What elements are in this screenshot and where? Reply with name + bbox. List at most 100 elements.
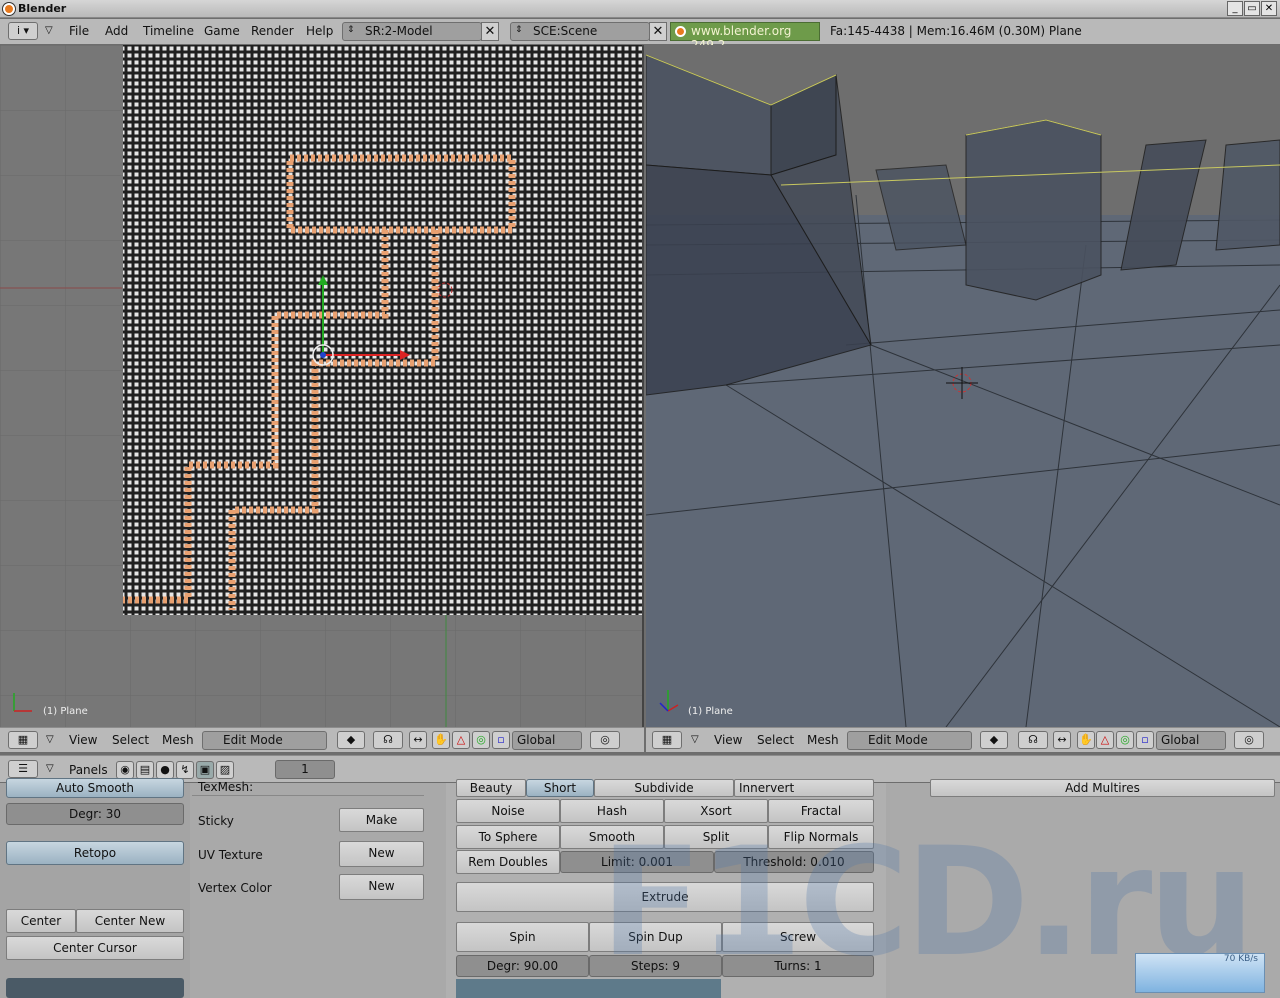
proportional-icon[interactable]: ↔ <box>409 731 427 749</box>
scene-stats: Fa:145-4438 | Mem:16.46M (0.30M) Plane <box>830 24 1082 38</box>
translate-icon[interactable]: △ <box>1096 731 1114 749</box>
menu-select[interactable]: Select <box>112 733 149 747</box>
spin-button[interactable]: Spin <box>456 922 589 952</box>
vertex-color-label: Vertex Color <box>198 881 272 895</box>
perspective-view-canvas[interactable] <box>646 45 1280 727</box>
draw-type-icon[interactable]: ◆ <box>337 731 365 749</box>
close-button[interactable]: ✕ <box>1261 1 1277 16</box>
sticky-make-button[interactable]: Make <box>339 808 424 832</box>
object-context-icon[interactable]: ↯ <box>176 761 194 779</box>
layers-icon[interactable]: ◎ <box>590 731 620 749</box>
center-cursor-button[interactable]: Center Cursor <box>6 936 184 960</box>
center-button[interactable]: Center <box>6 909 76 933</box>
orientation-selector[interactable]: Global <box>512 731 582 750</box>
blender-logo-icon <box>3 3 15 15</box>
window-title: Blender <box>18 2 67 15</box>
rotate-icon[interactable]: ◎ <box>472 731 490 749</box>
collapse-menu-icon[interactable]: ▽ <box>45 25 53 36</box>
link-panel: Auto Smooth Degr: 30 Retopo Center Cente… <box>0 778 190 998</box>
degr-field[interactable]: Degr: 30 <box>6 803 184 825</box>
rem-doubles-button[interactable]: Rem Doubles <box>456 850 560 874</box>
grid-window-type-icon[interactable]: ▦ <box>8 731 38 749</box>
uv-texture-new-button[interactable]: New <box>339 841 424 867</box>
mesh-vertex-grid <box>123 45 642 615</box>
window-titlebar: Blender _ ▭ ✕ <box>0 0 1280 18</box>
menu-panels[interactable]: Panels <box>69 763 108 777</box>
pivot-icon[interactable]: ☊ <box>1018 731 1048 749</box>
collapse-menu-icon[interactable]: ▽ <box>691 734 699 745</box>
subdivide-button[interactable]: Subdivide <box>594 779 734 797</box>
pivot-icon[interactable]: ☊ <box>373 731 403 749</box>
menu-help[interactable]: Help <box>306 24 333 38</box>
menu-view[interactable]: View <box>69 733 97 747</box>
menu-render[interactable]: Render <box>251 24 294 38</box>
layers-icon[interactable]: ◎ <box>1234 731 1264 749</box>
to-sphere-button[interactable]: To Sphere <box>456 825 560 849</box>
manipulator-hand-icon[interactable]: ✋ <box>1077 731 1095 749</box>
manipulator-hand-icon[interactable]: ✋ <box>432 731 450 749</box>
translate-icon[interactable]: △ <box>452 731 470 749</box>
menu-add[interactable]: Add <box>105 24 128 38</box>
retopo-toggle[interactable]: Retopo <box>6 841 184 865</box>
grid-window-type-icon[interactable]: ▦ <box>652 731 682 749</box>
menu-timeline[interactable]: Timeline <box>143 24 194 38</box>
scale-icon[interactable]: ▫ <box>492 731 510 749</box>
noise-button[interactable]: Noise <box>456 799 560 823</box>
uv-texture-label: UV Texture <box>198 848 263 862</box>
left-viewport-object-label: (1) Plane <box>43 706 88 717</box>
script-context-icon[interactable]: ▤ <box>136 761 154 779</box>
menu-select[interactable]: Select <box>757 733 794 747</box>
draw-type-icon[interactable]: ◆ <box>980 731 1008 749</box>
screen-selector[interactable]: SR:2-Model <box>342 22 482 41</box>
network-meter-widget: 70 KB/s <box>1135 953 1265 993</box>
orientation-selector[interactable]: Global <box>1156 731 1226 750</box>
vertex-color-new-button[interactable]: New <box>339 874 424 900</box>
scene-dropdown-icon: ⇕ <box>515 25 523 35</box>
top-view-canvas[interactable] <box>0 45 644 727</box>
top-menubar: i ▾ ▽ File Add Timeline Game Render Help… <box>0 19 1280 52</box>
scene-selector[interactable]: SCE:Scene <box>510 22 650 41</box>
beauty-toggle[interactable]: Beauty <box>456 779 526 797</box>
scale-icon[interactable]: ▫ <box>1136 731 1154 749</box>
texmesh-label: TexMesh: <box>198 780 254 794</box>
center-new-button[interactable]: Center New <box>76 909 184 933</box>
info-window-type-icon[interactable]: i ▾ <box>8 22 38 40</box>
buttons-window: Auto Smooth Degr: 30 Retopo Center Cente… <box>0 778 1280 998</box>
menu-game[interactable]: Game <box>204 24 240 38</box>
editing-context-icon[interactable]: ▣ <box>196 761 214 779</box>
menu-view[interactable]: View <box>714 733 742 747</box>
logic-context-icon[interactable]: ◉ <box>116 761 134 779</box>
menu-mesh[interactable]: Mesh <box>162 733 194 747</box>
frame-number-field[interactable]: 1 <box>275 760 335 779</box>
short-toggle[interactable]: Short <box>526 779 594 797</box>
mode-selector[interactable]: Edit Mode <box>847 731 972 750</box>
delete-scene-button[interactable]: ✕ <box>649 22 667 41</box>
mode-selector[interactable]: Edit Mode <box>202 731 327 750</box>
screen-dropdown-icon: ⇕ <box>347 25 355 35</box>
shading-context-icon[interactable]: ● <box>156 761 174 779</box>
blender-icon <box>675 26 686 37</box>
proportional-icon[interactable]: ↔ <box>1053 731 1071 749</box>
sticky-label: Sticky <box>198 814 234 828</box>
left-3d-viewport[interactable]: (1) Plane <box>0 45 644 727</box>
scene-context-icon[interactable]: ▨ <box>216 761 234 779</box>
collapse-menu-icon[interactable]: ▽ <box>46 734 54 745</box>
menu-file[interactable]: File <box>69 24 89 38</box>
maximize-button[interactable]: ▭ <box>1244 1 1260 16</box>
building-block-2 <box>965 119 1102 301</box>
minimize-button[interactable]: _ <box>1227 1 1243 16</box>
innervert-dropdown[interactable]: Innervert <box>734 779 874 797</box>
collapse-menu-icon[interactable]: ▽ <box>46 763 54 774</box>
delete-screen-button[interactable]: ✕ <box>481 22 499 41</box>
right-3d-viewport[interactable]: (1) Plane <box>646 45 1280 727</box>
rotate-icon[interactable]: ◎ <box>1116 731 1134 749</box>
panel-footer-bar <box>6 978 184 998</box>
auto-smooth-toggle[interactable]: Auto Smooth <box>6 778 184 798</box>
spin-degr-field[interactable]: Degr: 90.00 <box>456 955 589 977</box>
network-speed: 70 KB/s <box>1223 954 1258 964</box>
right-viewport-object-label: (1) Plane <box>688 706 733 717</box>
add-multires-button[interactable]: Add Multires <box>930 779 1275 797</box>
blender-org-link-box[interactable]: www.blender.org 249.2 <box>670 22 820 52</box>
buttons-window-type-icon[interactable]: ☰ <box>8 760 38 778</box>
menu-mesh[interactable]: Mesh <box>807 733 839 747</box>
